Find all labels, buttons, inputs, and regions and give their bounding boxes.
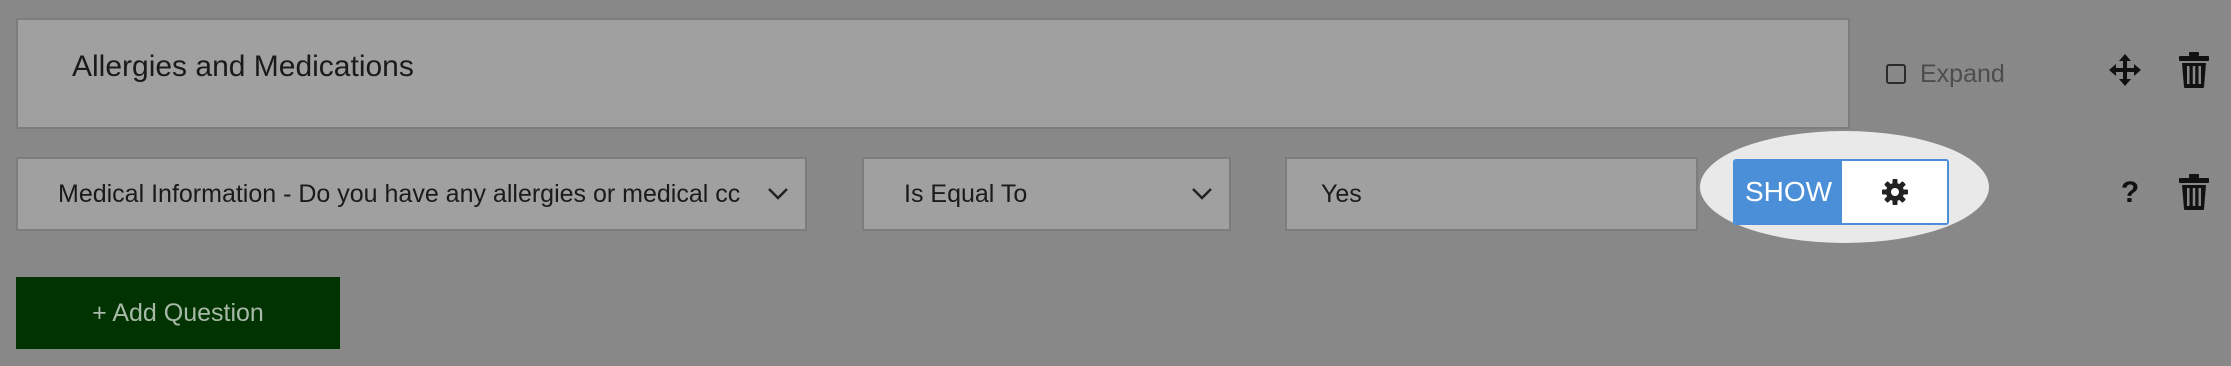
show-settings-button-group[interactable]: SHOW — [1733, 159, 1949, 225]
move-arrows-icon[interactable] — [2108, 53, 2142, 87]
expand-checkbox[interactable] — [1886, 64, 1906, 84]
delete-section-trash-icon[interactable] — [2178, 51, 2210, 89]
question-select[interactable]: Medical Information - Do you have any al… — [16, 157, 807, 231]
answer-value-input[interactable]: Yes — [1285, 157, 1698, 231]
gear-icon — [1881, 179, 1908, 205]
operator-select-value: Is Equal To — [904, 179, 1028, 208]
settings-button[interactable] — [1842, 161, 1947, 223]
section-title: Allergies and Medications — [72, 50, 414, 83]
help-icon[interactable]: ? — [2118, 175, 2142, 211]
expand-toggle[interactable]: Expand — [1886, 59, 2005, 89]
add-question-button[interactable]: + Add Question — [16, 277, 340, 349]
expand-label: Expand — [1920, 59, 2005, 88]
chevron-down-icon — [1192, 188, 1212, 200]
operator-select[interactable]: Is Equal To — [862, 157, 1231, 231]
question-select-value: Medical Information - Do you have any al… — [58, 179, 741, 208]
show-button[interactable]: SHOW — [1735, 161, 1842, 223]
chevron-down-icon — [768, 188, 788, 200]
delete-condition-trash-icon[interactable] — [2178, 173, 2210, 211]
answer-value-text: Yes — [1321, 179, 1362, 208]
